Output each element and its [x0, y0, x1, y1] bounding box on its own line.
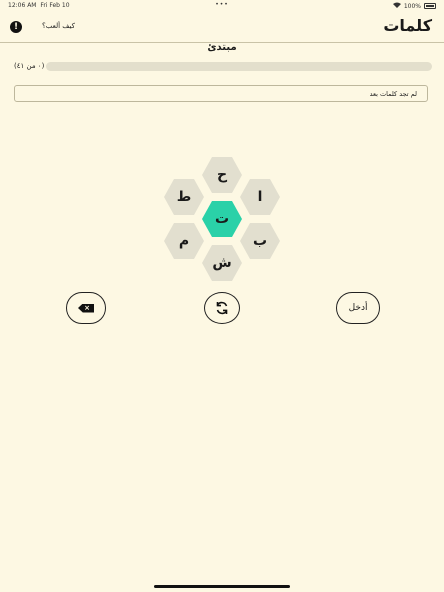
shuffle-icon [216, 301, 228, 315]
progress-row: (٠ من ٤١) [14, 60, 432, 73]
battery-icon [424, 3, 436, 9]
hex-letter-center[interactable]: ت [202, 201, 242, 237]
delete-button[interactable]: × [66, 292, 106, 324]
score-text: (٠ من ٤١) [14, 62, 45, 70]
letter-honeycomb: ح ط ا ت م ب ش [150, 150, 294, 292]
shuffle-button[interactable] [204, 292, 240, 324]
hex-letter-top-right[interactable]: ا [240, 179, 280, 215]
backspace-icon: × [78, 303, 94, 313]
home-indicator[interactable] [154, 585, 290, 588]
hex-letter-bottom-right[interactable]: ب [240, 223, 280, 259]
hex-letter-bottom-left[interactable]: م [164, 223, 204, 259]
status-bar: 12:06 AM Fri Feb 10 ••• 100% [0, 0, 444, 12]
info-icon[interactable]: ! [10, 21, 22, 33]
rank-title: مبتدئ [207, 42, 237, 53]
found-words-placeholder: لم تجد كلمات بعد [369, 90, 417, 98]
wifi-icon [392, 2, 401, 10]
hex-letter-top-left[interactable]: ط [164, 179, 204, 215]
hex-letter-top[interactable]: ح [202, 157, 242, 193]
battery-percent: 100% [403, 2, 421, 10]
enter-button[interactable]: أدخل [336, 292, 380, 324]
found-words-box[interactable]: لم تجد كلمات بعد [14, 85, 428, 102]
how-to-play-link[interactable]: كيف ألعب؟ [42, 22, 75, 30]
multitask-dots-icon: ••• [215, 1, 229, 8]
hex-letter-bottom[interactable]: ش [202, 245, 242, 281]
progress-bar [46, 62, 432, 71]
status-right: 100% [392, 2, 436, 10]
app-header: كلمات ! كيف ألعب؟ [0, 12, 444, 43]
app-logo: كلمات [383, 16, 432, 35]
